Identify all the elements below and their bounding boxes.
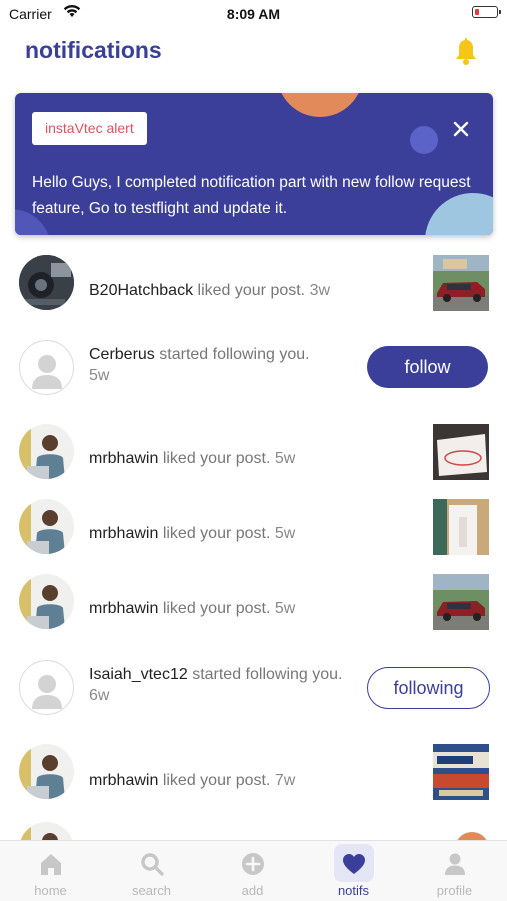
post-thumbnail[interactable] [433, 574, 489, 630]
profile-icon [445, 853, 465, 875]
action-text: liked your post. [162, 600, 271, 617]
post-thumbnail[interactable] [433, 499, 489, 555]
avatar[interactable] [19, 574, 74, 629]
home-icon [41, 854, 61, 875]
tab-label: notifs [337, 883, 370, 898]
action-text: started following you. [192, 666, 343, 683]
tab-bar: home search add notifs profile [0, 840, 507, 901]
follow-button[interactable]: follow [367, 346, 488, 388]
tab-home[interactable]: home [0, 841, 101, 901]
post-thumbnail[interactable] [433, 255, 489, 311]
tab-notifs[interactable]: notifs [303, 841, 404, 901]
post-thumbnail[interactable] [433, 424, 489, 480]
action-text: liked your post. [162, 450, 271, 467]
avatar[interactable] [19, 255, 74, 310]
tab-label: add [241, 883, 264, 898]
following-button[interactable]: following [367, 667, 490, 709]
username[interactable]: mrbhawin [89, 450, 158, 467]
username[interactable]: mrbhawin [89, 525, 158, 542]
action-text: liked your post. [197, 282, 306, 299]
timestamp: 6w [89, 687, 110, 704]
add-icon [242, 853, 264, 875]
action-text: liked your post. [162, 772, 271, 789]
avatar[interactable] [19, 744, 74, 799]
close-icon[interactable] [453, 121, 469, 137]
avatar[interactable] [19, 660, 74, 715]
tab-add[interactable]: add [202, 841, 303, 901]
username[interactable]: Isaiah_vtec12 [89, 666, 188, 683]
username[interactable]: B20Hatchback [89, 282, 193, 299]
avatar[interactable] [19, 499, 74, 554]
alert-message: Hello Guys, I completed notification par… [32, 174, 471, 217]
action-text: liked your post. [162, 525, 271, 542]
timestamp: 3w [309, 282, 331, 299]
notification-row[interactable]: mrbhawin liked your post. 5w [0, 566, 507, 641]
tab-label: search [131, 883, 172, 898]
timestamp: 5w [274, 525, 296, 542]
clock: 8:09 AM [226, 6, 281, 22]
alert-banner: instaVtec alert Hello Guys, I completed … [15, 93, 493, 235]
username[interactable]: Cerberus [89, 346, 155, 363]
username[interactable]: mrbhawin [89, 772, 158, 789]
action-text: started following you. [159, 346, 310, 363]
battery-icon [472, 6, 501, 18]
timestamp: 7w [274, 772, 296, 789]
bell-icon[interactable] [454, 38, 478, 66]
notification-row[interactable]: Cerberus started following you. 5w follo… [0, 330, 507, 405]
username[interactable]: mrbhawin [89, 600, 158, 617]
tab-profile[interactable]: profile [404, 841, 505, 901]
avatar[interactable] [19, 424, 74, 479]
notification-row[interactable]: mrbhawin liked your post. 7w [0, 736, 507, 811]
tab-search[interactable]: search [101, 841, 202, 901]
timestamp: 5w [89, 367, 110, 384]
notification-row[interactable]: mrbhawin liked your post. 5w [0, 491, 507, 566]
status-bar: Carrier 8:09 AM [0, 0, 507, 28]
tab-label: profile [436, 883, 473, 898]
notification-row[interactable]: mrbhawin liked your post. 5w [0, 416, 507, 491]
post-thumbnail[interactable] [433, 744, 489, 800]
notification-row[interactable]: Isaiah_vtec12 started following you. 6w … [0, 650, 507, 725]
notification-row[interactable]: B20Hatchback liked your post. 3w [0, 248, 507, 323]
heart-icon [343, 854, 365, 874]
alert-tag: instaVtec alert [32, 112, 147, 145]
search-icon [141, 853, 164, 876]
tab-label: home [34, 883, 67, 898]
timestamp: 5w [274, 600, 296, 617]
timestamp: 5w [274, 450, 296, 467]
avatar[interactable] [19, 340, 74, 395]
page-title: notifications [25, 37, 162, 63]
